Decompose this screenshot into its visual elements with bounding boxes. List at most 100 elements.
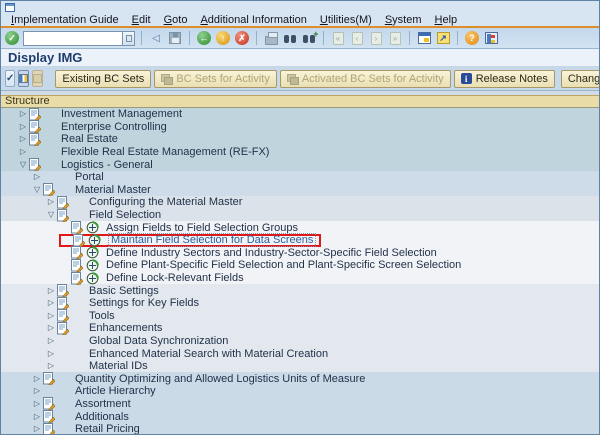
tree-row-additionals[interactable]: ▷ Additionals [1,410,599,424]
tree-row-define-plant-specific-field-selection-and-plant-specific-screen-selection[interactable]: Define Plant-Specific Field Selection an… [1,258,599,272]
find-next-icon-button[interactable] [301,29,319,47]
documentation-icon[interactable] [71,271,83,285]
print-icon-button[interactable] [263,30,279,47]
tree-row-logistics-general[interactable]: ▽ Logistics - General [1,158,599,172]
documentation-icon[interactable] [43,183,55,197]
activated-bc-sets-for-activity-button[interactable]: Activated BC Sets for Activity [279,69,451,88]
tree-node-label[interactable]: Retail Pricing [75,423,140,434]
shortcut-icon-button[interactable]: ↗ [435,30,451,47]
img-activity-icon[interactable] [86,246,99,259]
tree-row-maintain-field-selection-for-data-screens[interactable]: Maintain Field Selection for Data Screen… [1,233,599,248]
img-activity-icon[interactable] [88,233,101,247]
img-activity-icon[interactable] [86,259,99,272]
existing-bc-sets-button[interactable]: Existing BC Sets [55,69,152,88]
expand-icon[interactable]: ▷ [31,425,43,433]
expand-icon[interactable]: ▷ [45,324,57,332]
documentation-icon[interactable] [57,321,69,335]
tree-row-portal[interactable]: ▷ Portal [1,170,599,184]
tree-node-label[interactable]: Material IDs [89,360,148,372]
tree-node-label[interactable]: Enhancements [89,322,162,334]
tree-row-material-master[interactable]: ▽ Material Master [1,183,599,197]
tree-row-define-industry-sectors-and-industry-sector-specific-field-selection[interactable]: Define Industry Sectors and Industry-Sec… [1,246,599,260]
documentation-icon[interactable] [57,208,69,222]
menu-edit[interactable]: Edit [132,14,151,26]
tree-node-label[interactable]: Define Industry Sectors and Industry-Sec… [106,247,437,259]
doc-icon-slot[interactable] [43,422,57,435]
tree-row-enhancements[interactable]: ▷ Enhancements [1,321,599,335]
tree-node-label[interactable]: Material Master [75,184,151,196]
expand-icon[interactable]: ▷ [17,122,29,131]
tree-row-enterprise-controlling[interactable]: ▷ Enterprise Controlling [1,120,599,134]
expand-icon[interactable]: ▷ [31,387,43,395]
customize-icon-button[interactable] [483,30,499,47]
expand-icon[interactable]: ▷ [31,412,43,421]
doc-icon-slot[interactable] [57,321,71,335]
doc-icon-slot[interactable] [71,271,85,285]
doc-icon-slot[interactable] [43,410,57,424]
tree-row-basic-settings[interactable]: ▷ Basic Settings [1,284,599,298]
tree-node-label[interactable]: Real Estate [61,133,118,145]
doc-icon-slot[interactable] [29,108,43,121]
documentation-icon[interactable] [43,372,55,386]
tree-node-label[interactable]: Investment Management [61,108,182,120]
tree-row-assortment[interactable]: ▷ Assortment [1,397,599,411]
tree-row-tools[interactable]: ▷ Tools [1,309,599,323]
new-session-icon-button[interactable] [416,30,432,47]
change-log-button[interactable]: Change Log [560,69,599,88]
expand-icon[interactable]: ▷ [17,148,29,156]
documentation-icon[interactable] [57,195,69,209]
activity-icon-slot[interactable] [86,271,101,285]
activity-icon-slot[interactable] [86,259,101,272]
tree-node-label[interactable]: Additionals [75,411,129,423]
release-notes-button[interactable]: i Release Notes [453,69,555,88]
tree-node-label[interactable]: Article Hierarchy [75,385,156,397]
tree-row-global-data-synchronization[interactable]: ▷ Global Data Synchronization [1,334,599,348]
documentation-icon[interactable] [43,422,55,435]
documentation-icon[interactable] [29,108,41,121]
doc-icon-slot[interactable] [57,195,71,209]
checkmark-tree-icon-button[interactable]: ✓ [5,70,16,87]
tree-node-label[interactable]: Settings for Key Fields [89,297,199,309]
expand-icon[interactable]: ▷ [45,349,57,358]
exit-icon-button[interactable]: ↑ [215,30,231,47]
tree-node-label[interactable]: Tools [89,310,115,322]
tree-node-label[interactable]: Configuring the Material Master [89,196,242,208]
activity-icon-slot[interactable] [86,221,101,234]
faded-grid-icon-button[interactable] [32,70,44,87]
tree-node-label[interactable]: Logistics - General [61,159,153,171]
tree-row-article-hierarchy[interactable]: ▷ Article Hierarchy [1,385,599,398]
activity-icon-slot[interactable] [86,246,101,259]
previous-page-icon-button[interactable]: ‹ [349,30,365,47]
save-icon-button[interactable] [167,30,183,47]
expand-icon[interactable]: ▷ [45,198,57,206]
expand-icon[interactable]: ▷ [45,311,57,320]
tree-row-quantity-optimizing-and-allowed-logistics-units-of-measure[interactable]: ▷ Quantity Optimizing and Allowed Logist… [1,372,599,386]
documentation-icon[interactable] [57,309,69,323]
documentation-icon[interactable] [29,120,41,134]
command-field-input[interactable] [23,30,123,46]
documentation-icon[interactable] [43,397,55,411]
documentation-icon[interactable] [71,258,83,272]
menu-utilities-m[interactable]: Utilities(M) [320,14,372,26]
expand-icon[interactable]: ▷ [31,399,43,408]
menu-additional-information[interactable]: Additional Information [200,14,306,26]
documentation-icon[interactable] [71,246,83,260]
tree-row-field-selection[interactable]: ▽ Field Selection [1,208,599,222]
bc-sets-for-activity-button[interactable]: BC Sets for Activity [154,69,277,88]
window-icon[interactable] [5,2,15,12]
first-page-icon-button[interactable]: « [330,30,346,47]
menu-implementation-guide[interactable]: Implementation Guide [11,14,119,26]
menu-goto[interactable]: Goto [164,14,188,26]
help-icon-button[interactable]: ? [464,30,480,47]
command-field-dropdown-icon[interactable] [123,30,135,46]
tree-node-label[interactable]: Portal [75,171,104,183]
img-activity-icon[interactable] [86,221,99,234]
doc-icon-slot[interactable] [73,233,87,247]
documentation-icon[interactable] [29,132,41,146]
doc-icon-slot[interactable] [29,120,43,134]
tree-node-label[interactable]: Enterprise Controlling [61,121,167,133]
documentation-icon[interactable] [73,233,85,247]
tree-node-label[interactable]: Quantity Optimizing and Allowed Logistic… [75,373,365,385]
tree-node-label[interactable]: Define Lock-Relevant Fields [106,272,244,284]
collapse-icon[interactable]: ▽ [31,185,43,194]
